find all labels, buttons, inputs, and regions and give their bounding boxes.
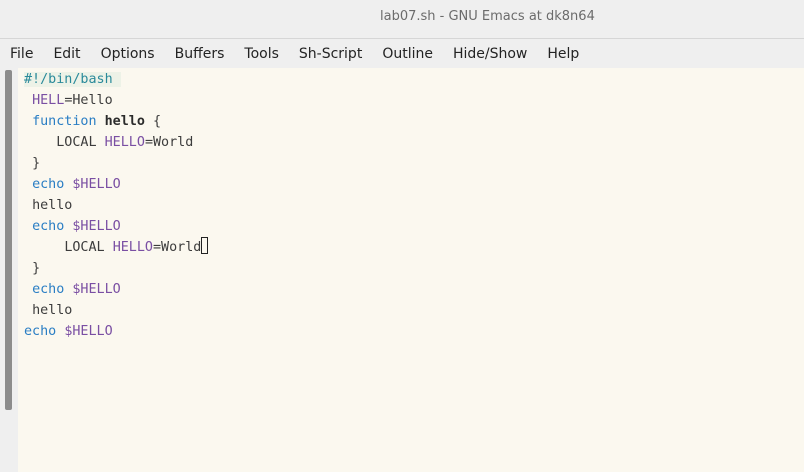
code-keyword: function bbox=[32, 114, 97, 129]
code-area[interactable]: #!/bin/bash HELL=Hello function hello { … bbox=[24, 69, 209, 342]
text-cursor bbox=[201, 237, 209, 254]
code-variable: HELL bbox=[32, 93, 65, 108]
menu-sh-script[interactable]: Sh-Script bbox=[289, 40, 372, 68]
code-line[interactable]: HELL=Hello bbox=[24, 90, 208, 111]
code-line[interactable]: } bbox=[24, 258, 208, 279]
code-line[interactable]: echo $HELLO bbox=[24, 174, 208, 195]
code-keyword: echo bbox=[32, 219, 65, 234]
code-text-rest: =Hello bbox=[64, 93, 113, 108]
menu-options[interactable]: Options bbox=[91, 40, 165, 68]
code-line[interactable]: echo $HELLO bbox=[24, 216, 208, 237]
code-text-rest: { bbox=[144, 114, 162, 129]
code-function-name: hello bbox=[104, 114, 145, 129]
code-variable: $HELLO bbox=[72, 219, 121, 234]
scrollbar-thumb[interactable] bbox=[5, 70, 12, 410]
code-variable: HELLO bbox=[104, 135, 145, 150]
code-text: } bbox=[32, 156, 41, 171]
code-text: LOCAL bbox=[56, 135, 105, 150]
menu-hide-show[interactable]: Hide/Show bbox=[443, 40, 537, 68]
code-text: } bbox=[32, 261, 41, 276]
menu-tools[interactable]: Tools bbox=[234, 40, 289, 68]
menu-help[interactable]: Help bbox=[537, 40, 589, 68]
code-line[interactable]: function hello { bbox=[24, 111, 208, 132]
code-line[interactable]: } bbox=[24, 153, 208, 174]
menu-bar: File Edit Options Buffers Tools Sh-Scrip… bbox=[0, 40, 804, 68]
code-text: LOCAL bbox=[64, 240, 113, 255]
code-shebang: #!/bin/bash bbox=[24, 72, 121, 87]
editor-buffer[interactable]: #!/bin/bash HELL=Hello function hello { … bbox=[18, 68, 804, 472]
code-line[interactable]: #!/bin/bash bbox=[24, 69, 208, 90]
code-keyword: echo bbox=[32, 177, 65, 192]
menu-file[interactable]: File bbox=[0, 40, 43, 68]
title-bar[interactable]: lab07.sh - GNU Emacs at dk8n64 bbox=[0, 0, 804, 39]
code-variable: HELLO bbox=[112, 240, 153, 255]
code-line[interactable]: echo $HELLO bbox=[24, 279, 208, 300]
menu-edit[interactable]: Edit bbox=[43, 40, 90, 68]
code-variable: $HELLO bbox=[72, 177, 121, 192]
code-variable: $HELLO bbox=[64, 324, 113, 339]
code-line[interactable]: hello bbox=[24, 300, 208, 321]
menu-outline[interactable]: Outline bbox=[372, 40, 443, 68]
code-keyword: echo bbox=[32, 282, 65, 297]
code-keyword: echo bbox=[24, 324, 57, 339]
code-text: hello bbox=[32, 303, 73, 318]
code-line[interactable]: hello bbox=[24, 195, 208, 216]
code-variable: $HELLO bbox=[72, 282, 121, 297]
vertical-scrollbar[interactable] bbox=[0, 68, 18, 472]
code-line[interactable]: LOCAL HELLO=World bbox=[24, 132, 208, 153]
window-title: lab07.sh - GNU Emacs at dk8n64 bbox=[380, 9, 595, 24]
code-line[interactable]: LOCAL HELLO=World bbox=[24, 237, 209, 258]
code-text: hello bbox=[32, 198, 73, 213]
code-text-rest: =World bbox=[144, 135, 194, 150]
code-line[interactable]: echo $HELLO bbox=[24, 321, 208, 342]
code-text-rest: =World bbox=[153, 240, 202, 255]
menu-buffers[interactable]: Buffers bbox=[165, 40, 235, 68]
